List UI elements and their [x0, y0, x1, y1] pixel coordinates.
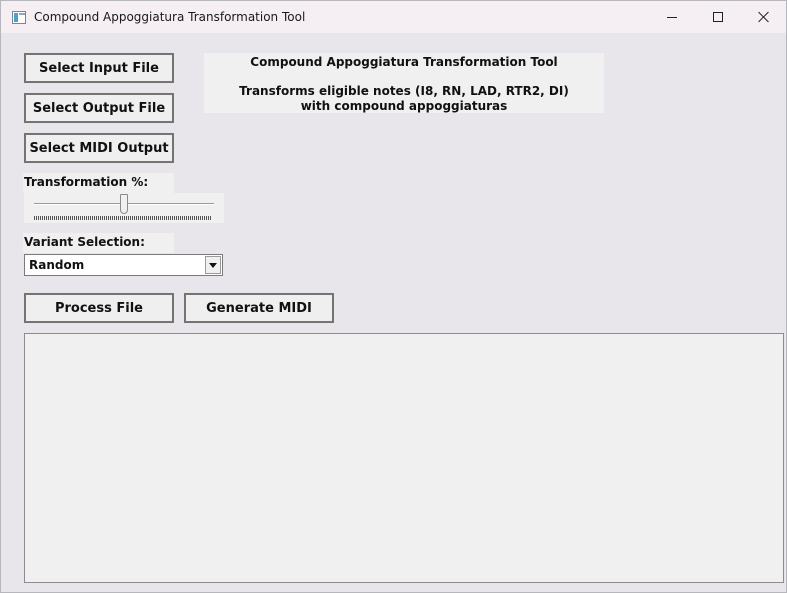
chevron-down-icon [209, 262, 217, 268]
maximize-button[interactable] [695, 1, 741, 33]
close-icon [758, 11, 770, 23]
minimize-button[interactable] [649, 1, 695, 33]
variant-select[interactable]: Random [24, 254, 223, 276]
variant-select-value: Random [29, 258, 85, 272]
output-text-area[interactable] [24, 333, 784, 583]
info-description: Transforms eligible notes (I8, RN, LAD, … [239, 84, 569, 113]
app-window-icon [12, 11, 26, 24]
transformation-label: Transformation %: [23, 173, 174, 193]
dropdown-button[interactable] [205, 256, 221, 274]
variant-selection-label: Variant Selection: [23, 233, 174, 253]
info-panel: Compound Appoggiatura Transformation Too… [204, 53, 604, 113]
maximize-icon [713, 12, 723, 22]
app-window: Compound Appoggiatura Transformation Too… [0, 0, 787, 593]
select-midi-output-button[interactable]: Select MIDI Output [24, 133, 174, 163]
transformation-slider[interactable] [24, 193, 224, 223]
process-file-button[interactable]: Process File [24, 293, 174, 323]
minimize-icon [667, 16, 677, 18]
select-output-file-button[interactable]: Select Output File [24, 93, 174, 123]
title-bar[interactable]: Compound Appoggiatura Transformation Too… [1, 1, 786, 33]
slider-thumb[interactable] [120, 194, 128, 214]
slider-ticks [34, 216, 212, 220]
window-title: Compound Appoggiatura Transformation Too… [34, 10, 306, 24]
generate-midi-button[interactable]: Generate MIDI [184, 293, 334, 323]
close-button[interactable] [741, 1, 787, 33]
info-title: Compound Appoggiatura Transformation Too… [250, 55, 558, 69]
select-input-file-button[interactable]: Select Input File [24, 53, 174, 83]
